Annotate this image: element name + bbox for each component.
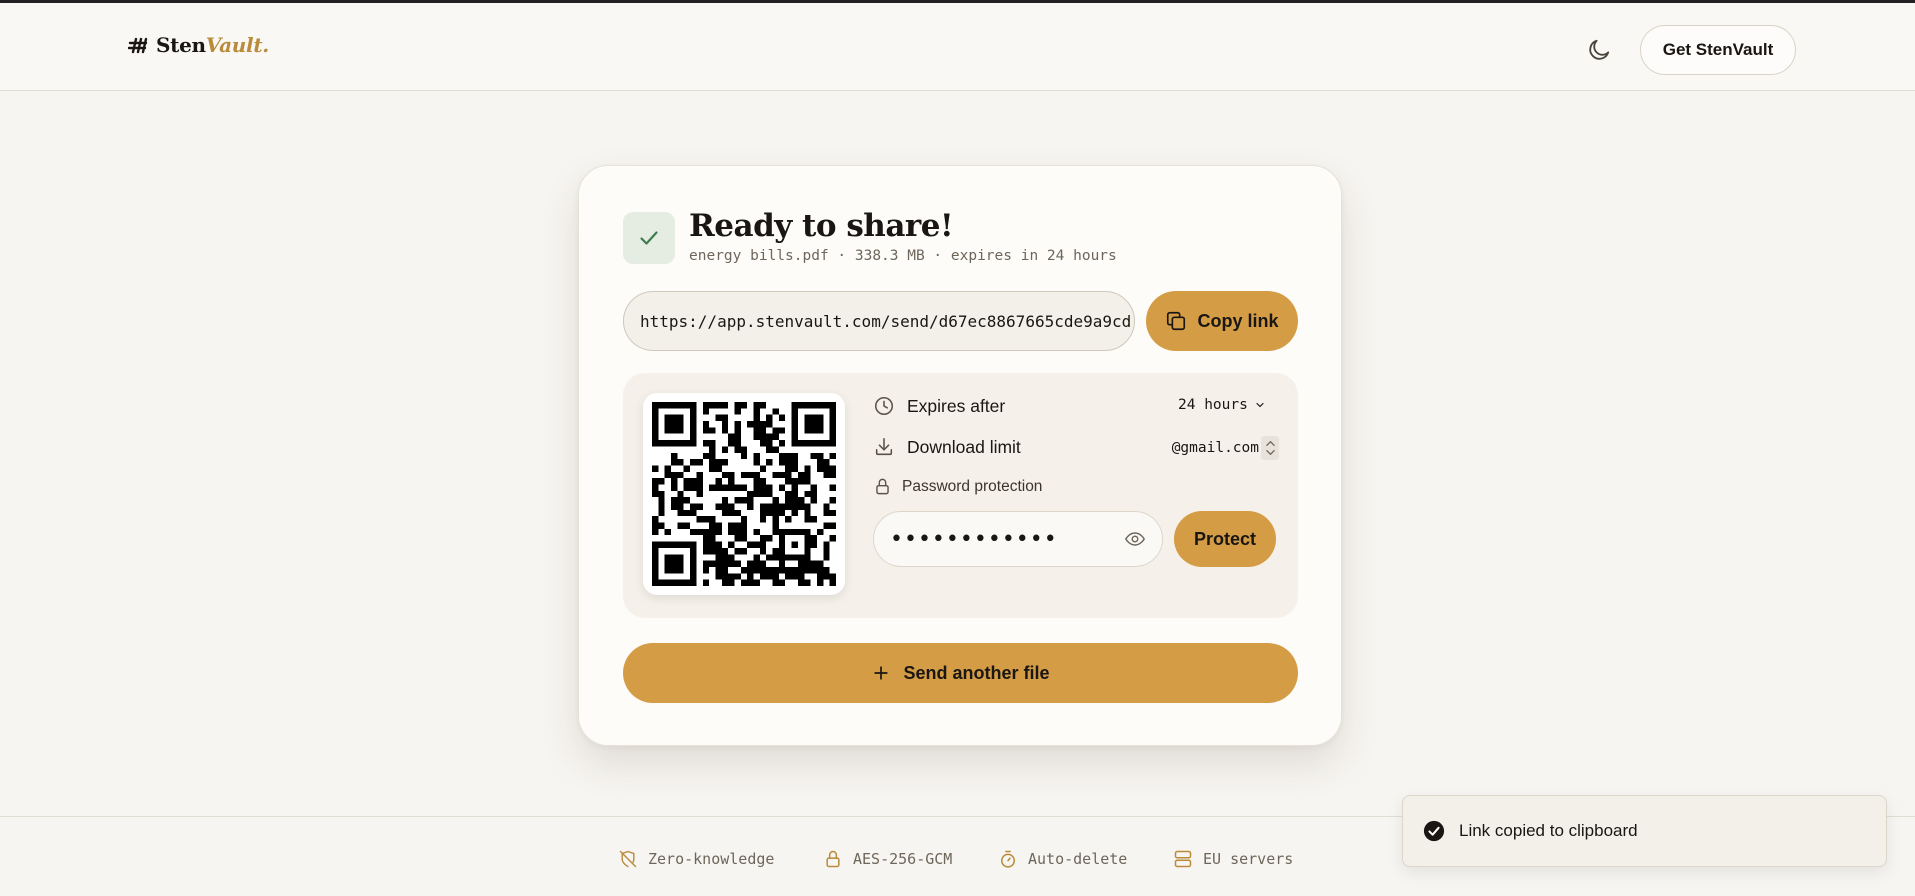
- expires-row: Expires after: [873, 395, 1005, 417]
- password-input[interactable]: ••••••••••••: [873, 511, 1163, 567]
- moon-icon: [1589, 39, 1610, 60]
- stepper-arrows-icon: [1265, 441, 1275, 455]
- expires-label: Expires after: [907, 395, 1006, 416]
- send-another-file-button[interactable]: Send another file: [623, 643, 1298, 703]
- toast-notification: Link copied to clipboard: [1402, 795, 1887, 867]
- card-title: Ready to share!: [689, 208, 954, 244]
- download-limit-value: @gmail.com: [1171, 440, 1259, 456]
- theme-toggle-button[interactable]: [1586, 37, 1612, 63]
- qr-code-image: [652, 402, 836, 586]
- server-icon: [1174, 850, 1192, 868]
- badge-label: Zero-knowledge: [648, 850, 775, 868]
- number-stepper[interactable]: [1261, 436, 1279, 460]
- qr-code[interactable]: [643, 393, 845, 595]
- copy-link-label: Copy link: [1197, 310, 1279, 331]
- badge-auto-delete: Auto-delete: [998, 849, 1127, 869]
- badge-label: AES-256-GCM: [853, 850, 953, 868]
- badge-eu-servers: EU servers: [1173, 849, 1293, 869]
- get-stenvault-button[interactable]: Get StenVault: [1640, 25, 1796, 75]
- eye-icon[interactable]: [1124, 528, 1146, 550]
- check-circle-icon: [1423, 820, 1445, 842]
- top-nav: StenVault. Get StenVault: [0, 3, 1915, 91]
- expires-value: 24 hours: [1178, 397, 1248, 413]
- shield-off-icon: [619, 850, 637, 868]
- success-badge: [623, 212, 675, 264]
- share-url-field[interactable]: https://app.stenvault.com/send/d67ec8867…: [623, 291, 1135, 351]
- send-another-label: Send another file: [903, 662, 1050, 683]
- clock-icon: [874, 396, 894, 416]
- file-meta: energy bills.pdf · 338.3 MB · expires in…: [689, 248, 1117, 264]
- badge-label: EU servers: [1203, 850, 1294, 868]
- copy-icon: [1167, 311, 1186, 331]
- badge-label: Auto-delete: [1028, 850, 1128, 868]
- expires-select[interactable]: 24 hours: [1178, 397, 1266, 413]
- timer-icon: [1001, 850, 1015, 868]
- check-icon: [640, 231, 658, 245]
- logo[interactable]: StenVault.: [128, 33, 269, 57]
- protect-button[interactable]: Protect: [1174, 511, 1276, 567]
- toast-message: Link copied to clipboard: [1459, 821, 1638, 840]
- password-label: Password protection: [902, 477, 1043, 495]
- lock-icon: [876, 478, 889, 495]
- badge-aes: AES-256-GCM: [823, 849, 952, 869]
- share-options-panel: Expires after 24 hours Download limit @g…: [623, 373, 1298, 618]
- logo-text: StenVault.: [156, 33, 269, 57]
- download-icon: [875, 437, 893, 456]
- logo-mark-icon: [128, 37, 148, 54]
- badge-zero-knowledge: Zero-knowledge: [618, 849, 774, 869]
- lock-icon: [826, 850, 840, 868]
- password-value: ••••••••••••: [890, 526, 1058, 552]
- copy-link-button[interactable]: Copy link: [1146, 291, 1298, 351]
- chevron-down-icon: [1256, 402, 1264, 408]
- download-limit-input[interactable]: @gmail.com: [1163, 435, 1279, 461]
- share-card: Ready to share! energy bills.pdf · 338.3…: [578, 165, 1342, 746]
- download-limit-row: Download limit: [873, 436, 1021, 458]
- password-row: Password protection: [873, 477, 1042, 496]
- download-limit-label: Download limit: [907, 436, 1021, 457]
- plus-icon: [874, 666, 889, 680]
